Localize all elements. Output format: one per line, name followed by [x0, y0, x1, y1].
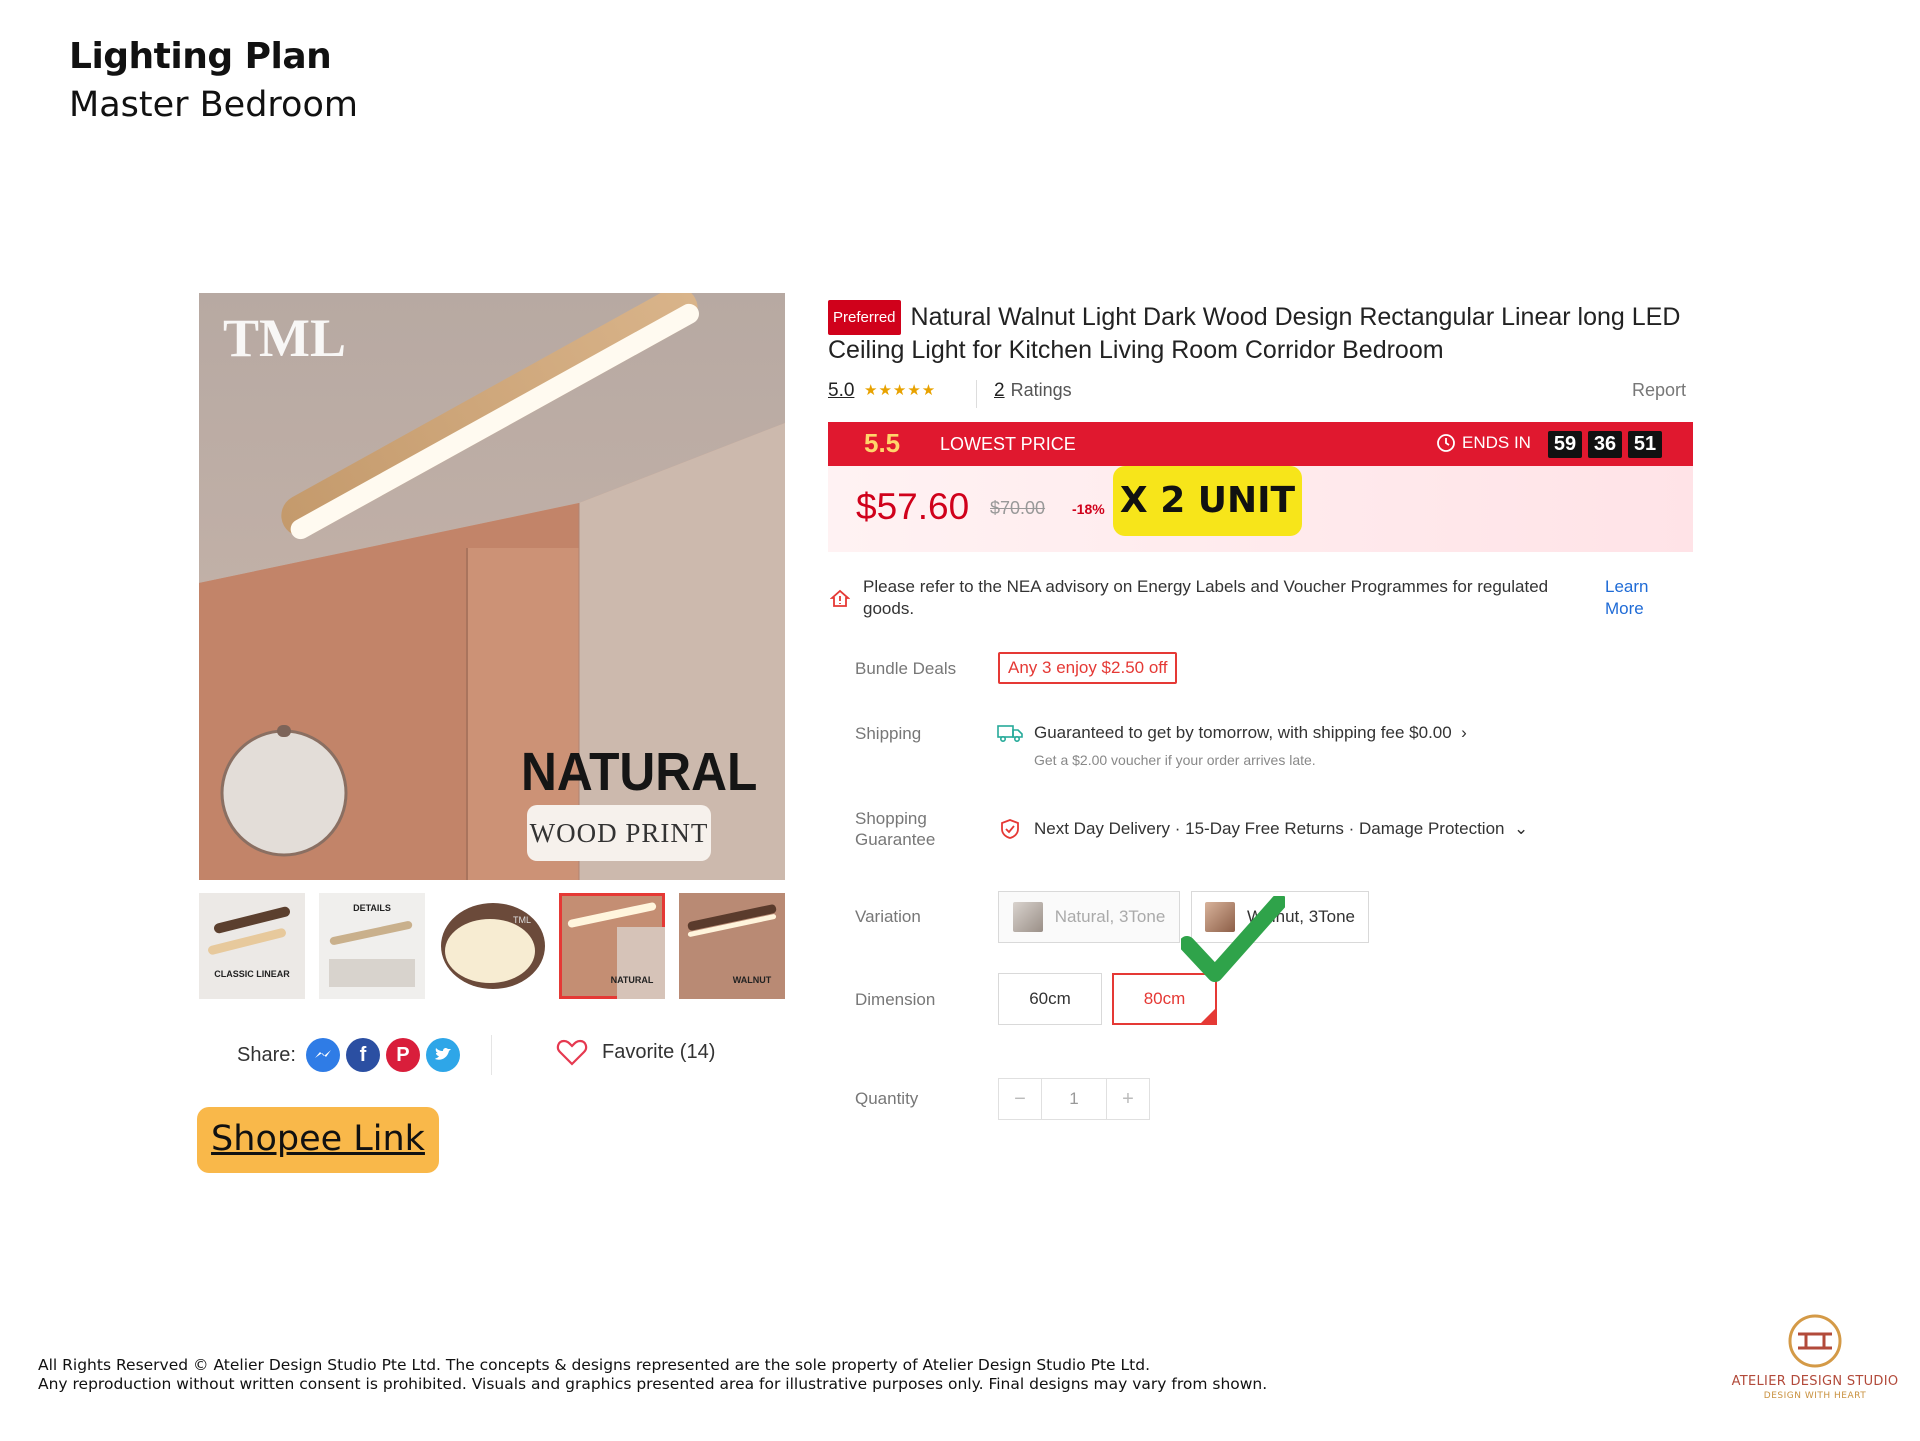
studio-logo-icon: [1788, 1314, 1842, 1368]
flash-sale-event: 5.5: [864, 428, 901, 458]
shipping-text: Guaranteed to get by tomorrow, with ship…: [1034, 723, 1452, 742]
product-image-subline: WOOD PRINT: [527, 805, 711, 861]
shipping-info[interactable]: Guaranteed to get by tomorrow, with ship…: [1034, 723, 1467, 743]
countdown-minutes: 36: [1588, 431, 1622, 458]
quantity-label: Quantity: [855, 1089, 919, 1108]
selected-corner-icon: [1201, 1009, 1215, 1023]
flash-sale-label: LOWEST PRICE: [940, 434, 1076, 454]
page-subtitle: Master Bedroom: [69, 85, 358, 125]
studio-name: ATELIER DESIGN STUDIO: [1731, 1374, 1899, 1389]
page-heading: Lighting Plan Master Bedroom: [69, 36, 358, 125]
thumbnail-label: TML: [513, 915, 531, 925]
product-title-block: Preferred Natural Walnut Light Dark Wood …: [828, 300, 1688, 366]
report-link[interactable]: Report: [1632, 380, 1686, 401]
footer-line-1: All Rights Reserved © Atelier Design Stu…: [38, 1356, 1150, 1374]
footer-copyright: All Rights Reserved © Atelier Design Stu…: [38, 1356, 1267, 1394]
quantity-input[interactable]: 1: [1041, 1079, 1107, 1119]
favorite-label: Favorite (14): [602, 1040, 716, 1063]
studio-logo: ATELIER DESIGN STUDIO DESIGN WITH HEART: [1720, 1312, 1910, 1412]
guarantee-label: Shopping Guarantee: [855, 809, 936, 849]
thumbnail-label: CLASSIC LINEAR: [214, 969, 290, 979]
quantity-decrease-button[interactable]: −: [999, 1079, 1041, 1119]
shipping-voucher-note: Get a $2.00 voucher if your order arrive…: [1034, 752, 1316, 768]
chevron-right-icon: ›: [1461, 723, 1467, 742]
studio-tagline: DESIGN WITH HEART: [1763, 1391, 1867, 1401]
shipping-label: Shipping: [855, 724, 922, 743]
countdown-seconds: 51: [1628, 431, 1662, 458]
variation-swatch: [1012, 902, 1043, 932]
dimension-option-60cm[interactable]: 60cm: [998, 973, 1102, 1025]
favorite-button[interactable]: Favorite (14): [556, 1038, 715, 1066]
thumbnail-2[interactable]: DETAILS: [319, 893, 425, 999]
dimension-option-label: 60cm: [1029, 989, 1071, 1008]
thumbnail-label: NATURAL: [610, 975, 654, 985]
ratings-count: 2: [994, 380, 1005, 401]
chevron-down-icon: ⌄: [1513, 819, 1529, 838]
nea-advisory-text: Please refer to the NEA advisory on Ener…: [863, 577, 1549, 618]
unit-quantity-note: X 2 UNIT: [1113, 466, 1302, 536]
thumbnail-strip: CLASSIC LINEAR DETAILS TML NATURAL WALNU…: [199, 893, 785, 999]
product-title: Natural Walnut Light Dark Wood Design Re…: [828, 303, 1681, 364]
bundle-deal-tag[interactable]: Any 3 enjoy $2.50 off: [998, 652, 1178, 684]
thumbnail-5[interactable]: WALNUT: [679, 893, 785, 999]
product-info: Preferred Natural Walnut Light Dark Wood …: [828, 300, 1694, 366]
clock-icon: [1437, 434, 1455, 452]
current-price: $57.60: [856, 486, 970, 527]
rating-row: 5.0 ★★★★★ 2 Ratings Report: [828, 380, 1686, 410]
dimension-label: Dimension: [855, 990, 936, 1009]
quantity-increase-button[interactable]: +: [1107, 1079, 1149, 1119]
shield-check-icon: [1001, 819, 1019, 839]
share-label: Share:: [237, 1043, 296, 1066]
thumbnail-4[interactable]: NATURAL: [559, 893, 665, 999]
rating-stars: ★★★★★: [864, 382, 937, 399]
rating-score[interactable]: 5.0: [828, 380, 854, 402]
countdown-hours: 59: [1548, 431, 1582, 458]
footer-line-2: Any reproduction without written consent…: [38, 1375, 1268, 1393]
thumbnail-1[interactable]: CLASSIC LINEAR: [199, 893, 305, 999]
quantity-stepper: − 1 +: [998, 1078, 1150, 1120]
thumbnail-3[interactable]: TML: [439, 893, 545, 999]
rating-divider: [976, 380, 977, 408]
variation-option-label: Natural, 3Tone: [1054, 907, 1166, 926]
thumbnail-label: DETAILS: [353, 903, 391, 913]
heart-icon: [556, 1039, 588, 1066]
variation-label: Variation: [855, 907, 921, 926]
ends-in: ENDS IN: [1436, 433, 1531, 453]
thumbnail-label: WALNUT: [732, 975, 772, 985]
preferred-badge: Preferred: [828, 300, 901, 335]
flash-sale-bar: 5.5 LOWEST PRICE ENDS IN 59 36 51: [828, 422, 1693, 466]
original-price: $70.00: [990, 498, 1046, 518]
variation-option-natural[interactable]: Natural, 3Tone: [998, 891, 1180, 943]
countdown-timer: 59 36 51: [1548, 431, 1662, 458]
learn-more-link[interactable]: Learn More: [1605, 576, 1665, 620]
discount-badge: -18%: [1072, 501, 1105, 517]
pinterest-icon[interactable]: P: [385, 1038, 420, 1072]
dimension-option-label: 80cm: [1143, 989, 1186, 1008]
product-main-image[interactable]: TML NATURAL WOOD PRINT: [199, 293, 785, 880]
truck-icon: [997, 725, 1023, 742]
ratings-count-link[interactable]: 2 Ratings: [994, 380, 1072, 402]
facebook-icon[interactable]: f: [345, 1038, 380, 1072]
messenger-icon[interactable]: [305, 1038, 340, 1072]
guarantee-text: Next Day Delivery · 15-Day Free Returns …: [1034, 819, 1505, 838]
page-title: Lighting Plan: [69, 36, 332, 77]
house-warning-icon: [830, 589, 850, 607]
product-brand-watermark: TML: [223, 308, 347, 368]
bundle-label: Bundle Deals: [855, 659, 957, 678]
ratings-label: Ratings: [1010, 380, 1072, 400]
shopee-link-button[interactable]: Shopee Link: [197, 1107, 439, 1173]
twitter-icon[interactable]: [425, 1038, 460, 1072]
product-image-headline: NATURAL: [521, 742, 758, 802]
guarantee-info[interactable]: Next Day Delivery · 15-Day Free Returns …: [1034, 819, 1528, 839]
share-divider: [491, 1035, 492, 1075]
checkmark-icon: [1181, 896, 1285, 982]
ends-in-label: ENDS IN: [1462, 433, 1531, 452]
share-row: Share: f P: [237, 1038, 460, 1072]
